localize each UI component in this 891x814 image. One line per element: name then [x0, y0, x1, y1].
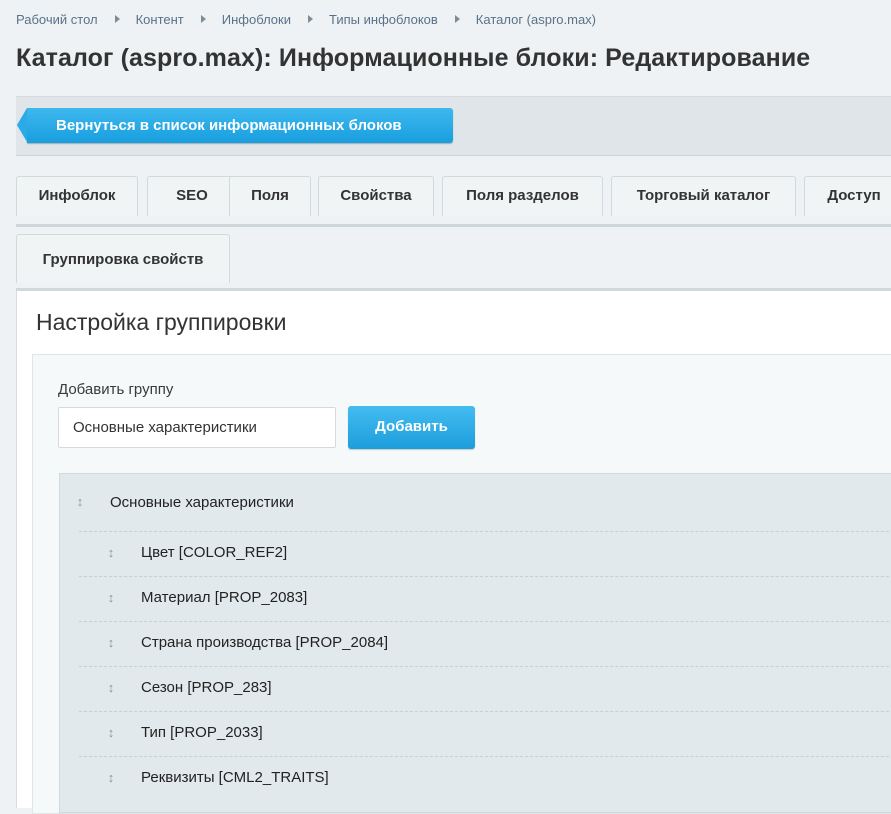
drag-handle-icon[interactable]: ↕ [106, 546, 116, 560]
breadcrumb-item-iblock-types[interactable]: Типы инфоблоков [329, 12, 438, 27]
tab-trade-catalog[interactable]: Торговый каталог [611, 176, 796, 216]
drag-handle-icon[interactable]: ↕ [106, 636, 116, 650]
breadcrumb-item-iblocks[interactable]: Инфоблоки [222, 12, 291, 27]
drag-handle-icon[interactable]: ↕ [106, 726, 116, 740]
property-label: Материал [PROP_2083] [141, 589, 308, 606]
tab-section-fields[interactable]: Поля разделов [442, 176, 603, 216]
drag-handle-icon[interactable]: ↕ [106, 771, 116, 785]
tab-access[interactable]: Доступ [804, 176, 891, 216]
chevron-right-icon [200, 15, 206, 23]
property-label: Цвет [COLOR_REF2] [141, 544, 288, 561]
group-title: Основные характеристики [110, 494, 294, 511]
group-name-input[interactable] [58, 407, 336, 448]
chevron-right-icon [114, 15, 120, 23]
tab-fields[interactable]: Поля [229, 176, 311, 216]
property-item[interactable]: ↕ Тип [PROP_2033] [79, 711, 891, 756]
property-label: Страна производства [PROP_2084] [141, 634, 389, 651]
chevron-right-icon [454, 15, 460, 23]
drag-handle-icon[interactable]: ↕ [75, 495, 85, 509]
breadcrumb-item-desktop[interactable]: Рабочий стол [16, 12, 98, 27]
page-title: Каталог (aspro.max): Информационные блок… [16, 44, 811, 72]
add-button[interactable]: Добавить [348, 406, 475, 449]
drag-handle-icon[interactable]: ↕ [106, 591, 116, 605]
tab-properties[interactable]: Свойства [318, 176, 434, 216]
property-item[interactable]: ↕ Сезон [PROP_283] [79, 666, 891, 711]
property-label: Тип [PROP_2033] [141, 724, 263, 741]
tabs-divider [16, 224, 891, 227]
tab-seo[interactable]: SEO [147, 176, 237, 216]
property-item[interactable]: ↕ Реквизиты [CML2_TRAITS] [79, 756, 891, 801]
breadcrumb-item-content[interactable]: Контент [136, 12, 184, 27]
property-label: Реквизиты [CML2_TRAITS] [141, 769, 329, 786]
back-to-list-button[interactable]: Вернуться в список информационных блоков [17, 108, 453, 143]
property-label: Сезон [PROP_283] [141, 679, 272, 696]
tab-iblock[interactable]: Инфоблок [16, 176, 138, 216]
breadcrumb: Рабочий стол Контент Инфоблоки Типы инфо… [16, 10, 596, 28]
property-item[interactable]: ↕ Страна производства [PROP_2084] [79, 621, 891, 666]
property-item[interactable]: ↕ Цвет [COLOR_REF2] [79, 531, 891, 576]
section-title: Настройка группировки [36, 309, 287, 335]
property-item[interactable]: ↕ Материал [PROP_2083] [79, 576, 891, 621]
drag-handle-icon[interactable]: ↕ [106, 681, 116, 695]
tab-property-grouping[interactable]: Группировка свойств [16, 234, 230, 283]
add-group-label: Добавить группу [58, 381, 174, 398]
chevron-right-icon [308, 15, 313, 23]
breadcrumb-item-catalog[interactable]: Каталог (aspro.max) [476, 12, 596, 27]
